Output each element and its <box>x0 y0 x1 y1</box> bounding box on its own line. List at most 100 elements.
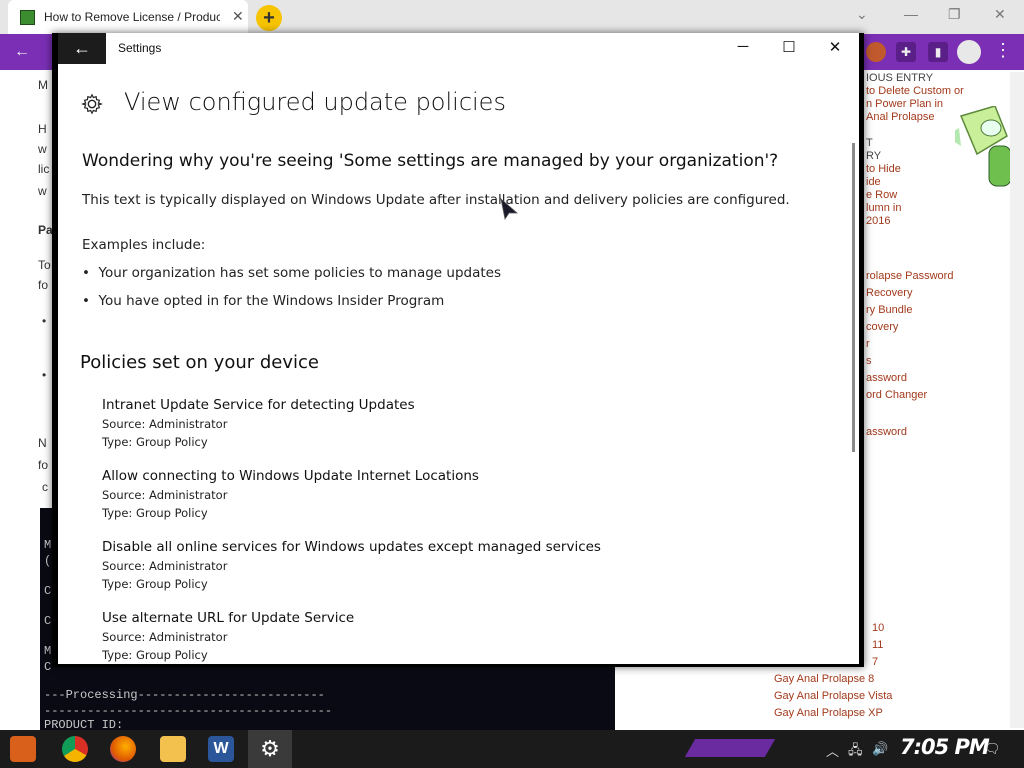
fragment: w <box>38 184 47 198</box>
tab-search-icon[interactable]: ⌄ <box>856 6 868 23</box>
mouse-cursor-icon <box>500 197 519 221</box>
policy-type: Type: Group Policy <box>102 648 208 662</box>
policy-item: Use alternate URL for Update Service Sou… <box>102 610 354 664</box>
policy-item: Intranet Update Service for detecting Up… <box>102 397 415 453</box>
browser-minimize-button[interactable]: — <box>904 6 918 22</box>
policy-item: Allow connecting to Windows Update Inter… <box>102 468 479 524</box>
sidebar-link[interactable]: to Delete Custom or <box>866 85 996 98</box>
browser-back-icon[interactable]: ← <box>12 42 32 62</box>
fragment: fo <box>38 458 49 472</box>
policy-source: Source: Administrator <box>102 488 228 502</box>
browser-close-button[interactable]: ✕ <box>994 6 1006 23</box>
fragment: H <box>38 122 47 136</box>
policy-name: Allow connecting to Windows Update Inter… <box>102 468 479 484</box>
tab-title: How to Remove License / Product <box>44 10 220 24</box>
page-title: View configured update policies <box>124 88 506 116</box>
example-item-text: You have opted in for the Windows Inside… <box>98 293 445 309</box>
terminal-line: M <box>44 644 52 658</box>
fragment: Pa <box>38 223 53 237</box>
sidebar-link[interactable]: assword <box>866 370 996 387</box>
extensions-puzzle-icon[interactable]: ✚ <box>896 42 916 62</box>
cartoon-character-image <box>955 106 1012 187</box>
policy-source: Source: Administrator <box>102 559 228 573</box>
extension-avatar-icon[interactable] <box>866 42 886 62</box>
sidebar-heading: IOUS ENTRY <box>866 72 934 84</box>
policy-source: Source: Administrator <box>102 417 228 431</box>
site-favicon-icon <box>20 10 35 25</box>
sidebar-link[interactable]: Gay Anal Prolapse XP <box>774 705 892 722</box>
example-item-text: Your organization has set some policies … <box>98 265 502 281</box>
sidebar-link[interactable]: Gay Anal Prolapse 8 <box>774 671 892 688</box>
close-button[interactable]: ✕ <box>820 38 850 58</box>
start-icon[interactable] <box>10 736 36 762</box>
settings-icon[interactable]: ⚙ <box>257 736 283 762</box>
gear-icon <box>81 93 103 115</box>
sidebar-link[interactable]: ry Bundle <box>866 302 996 319</box>
tab-close-icon[interactable]: ✕ <box>232 8 244 25</box>
settings-scrollbar[interactable] <box>852 143 855 452</box>
taskbar-wallpaper-accent <box>684 739 776 757</box>
chrome-icon[interactable] <box>62 736 88 762</box>
sidebar-link[interactable]: assword <box>866 426 996 439</box>
fragment: N <box>38 436 47 450</box>
fragment: c <box>42 480 48 494</box>
minimize-button[interactable]: ─ <box>728 38 758 58</box>
maximize-button[interactable]: ☐ <box>774 38 804 58</box>
question-heading: Wondering why you're seeing 'Some settin… <box>82 151 779 171</box>
volume-icon[interactable]: 🔊 <box>872 741 888 757</box>
policies-heading: Policies set on your device <box>80 352 319 373</box>
fragment: w <box>38 142 47 156</box>
sidebar-link[interactable]: Recovery <box>866 285 996 302</box>
taskbar-clock[interactable]: 7:05 PM <box>900 735 990 759</box>
policy-type: Type: Group Policy <box>102 435 208 449</box>
sidebar-link[interactable]: r <box>866 336 996 353</box>
fragment: • <box>42 368 47 382</box>
network-icon[interactable]: 🖧 <box>848 741 863 763</box>
terminal-line: C <box>44 584 52 598</box>
fragment: lic <box>38 162 50 176</box>
fragment: • <box>42 314 47 328</box>
sidebar-link[interactable]: Gay Anal Prolapse Vista <box>774 688 892 705</box>
policy-type: Type: Group Policy <box>102 577 208 591</box>
fragment: M <box>38 78 48 92</box>
fragment: fo <box>38 278 49 292</box>
sidebar-link[interactable]: covery <box>866 319 996 336</box>
sidebar-link[interactable]: ord Changer <box>866 387 996 404</box>
sidebar-link[interactable]: rolapse Password <box>866 268 996 285</box>
policy-name: Use alternate URL for Update Service <box>102 610 355 626</box>
terminal-line: C <box>44 660 52 674</box>
page-scrollbar[interactable] <box>1010 72 1024 728</box>
new-tab-button[interactable]: + <box>256 5 282 31</box>
example-item: • You have opted in for the Windows Insi… <box>82 293 445 309</box>
profile-avatar[interactable] <box>957 40 981 64</box>
browser-menu-icon[interactable]: ⋮ <box>994 40 1012 61</box>
policy-source: Source: Administrator <box>102 630 228 644</box>
terminal-line: M <box>44 538 52 552</box>
terminal-line: ( <box>44 554 52 568</box>
word-icon[interactable]: W <box>208 736 234 762</box>
sidebar-link[interactable]: s <box>866 353 996 370</box>
firefox-icon[interactable] <box>110 736 136 762</box>
taskbar <box>0 730 1024 768</box>
tray-chevron-icon[interactable]: ︿ <box>826 741 839 760</box>
browser-restore-button[interactable]: ❐ <box>948 6 961 23</box>
file-explorer-icon[interactable] <box>160 736 186 762</box>
example-item: • Your organization has set some policie… <box>82 265 502 281</box>
examples-label: Examples include: <box>82 237 206 253</box>
back-button[interactable]: ← <box>58 33 106 64</box>
sidebar-icon[interactable]: ▮ <box>928 42 948 62</box>
fragment: To <box>38 258 51 272</box>
sidebar-link[interactable]: 2016 <box>866 215 996 228</box>
policy-item: Disable all online services for Windows … <box>102 539 601 595</box>
window-title: Settings <box>118 41 162 55</box>
sidebar-link[interactable]: lumn in <box>866 202 996 215</box>
terminal-line: ---Processing-------------------------- <box>44 688 325 702</box>
policy-name: Disable all online services for Windows … <box>102 539 601 555</box>
notification-icon[interactable]: 🗨 <box>984 741 1001 757</box>
terminal-line: ---------------------------------------- <box>44 704 333 718</box>
browser-tab[interactable]: How to Remove License / Product ✕ <box>8 0 248 34</box>
policy-type: Type: Group Policy <box>102 506 208 520</box>
